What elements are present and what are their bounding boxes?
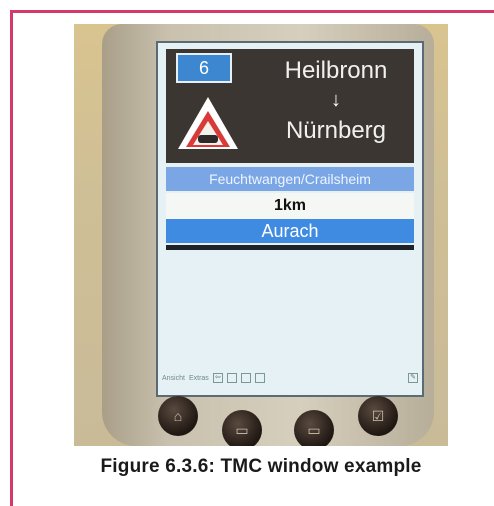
- destination-from: Heilbronn: [284, 57, 388, 84]
- via-route-bar: Feuchtwangen/Crailsheim: [166, 167, 414, 191]
- place-divider: [166, 245, 414, 250]
- warning-car-icon: [198, 135, 218, 143]
- home-button[interactable]: ⌂: [158, 396, 198, 436]
- menu-extras[interactable]: Extras: [189, 375, 209, 382]
- tasks-button[interactable]: ☑: [358, 396, 398, 436]
- destination-to: Nürnberg: [285, 117, 387, 144]
- device-photo: 6 Heilbronn ↓ Nürnberg Feuchtwangen/Crai…: [74, 24, 448, 446]
- hardware-buttons: ⌂ ▭ ▭ ☑: [158, 396, 398, 446]
- document-icon[interactable]: [226, 373, 237, 383]
- distance-label: 1km: [166, 193, 414, 219]
- road-number-badge: 6: [176, 53, 232, 83]
- pen-icon[interactable]: ✎: [408, 373, 418, 383]
- copy-icon[interactable]: [240, 373, 251, 383]
- folder-icon[interactable]: [254, 373, 265, 383]
- frame-border-left: [10, 10, 13, 506]
- figure-caption: Figure 6.3.6: TMC window example: [100, 456, 422, 477]
- direction-sign: 6 Heilbronn ↓ Nürnberg: [166, 49, 414, 163]
- pda-device: 6 Heilbronn ↓ Nürnberg Feuchtwangen/Crai…: [102, 24, 434, 446]
- frame-border-top: [10, 10, 494, 13]
- arrow-icon[interactable]: ⇦: [212, 373, 223, 383]
- contacts-button[interactable]: ▭: [222, 410, 262, 446]
- pda-taskbar: Ansicht Extras ⇦ ✎: [162, 369, 418, 387]
- menu-ansicht[interactable]: Ansicht: [162, 375, 185, 382]
- calendar-button[interactable]: ▭: [294, 410, 334, 446]
- place-name-bar[interactable]: Aurach: [166, 219, 414, 243]
- down-arrow-icon: ↓: [331, 89, 341, 111]
- tmc-screen: 6 Heilbronn ↓ Nürnberg Feuchtwangen/Crai…: [156, 41, 424, 397]
